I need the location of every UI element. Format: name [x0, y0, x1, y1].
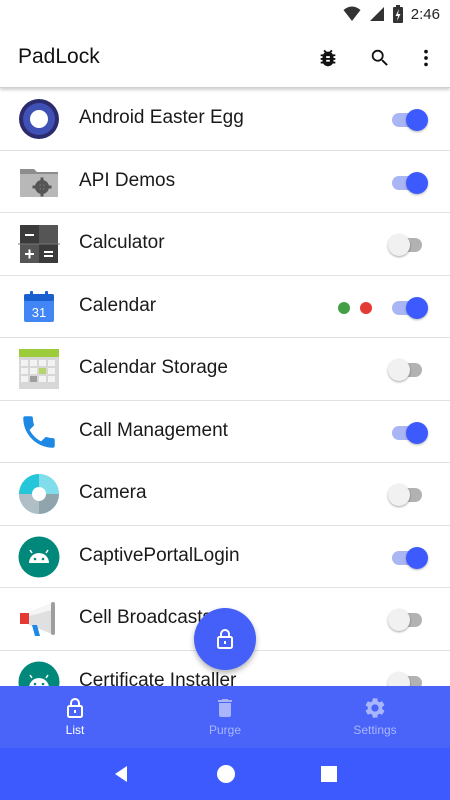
list-item[interactable]: Call Management: [0, 401, 450, 463]
app-title: PadLock: [18, 45, 100, 68]
megaphone-icon: [18, 598, 60, 640]
list-item[interactable]: Android Easter Egg: [0, 88, 450, 151]
status-icons: 2:46: [343, 4, 440, 24]
list-item[interactable]: 31 Calendar: [0, 276, 450, 338]
unlock-icon: [217, 629, 233, 649]
lock-toggle[interactable]: [388, 296, 432, 320]
cell-signal-icon: [369, 7, 384, 21]
android-robot-icon: [18, 536, 60, 578]
app-label: Certificate Installer: [79, 669, 237, 687]
lock-icon: [67, 698, 83, 718]
app-label: Call Management: [79, 419, 228, 441]
app-bar: PadLock: [0, 28, 450, 88]
camera-icon: [18, 473, 60, 515]
red-status-dot: [360, 301, 372, 314]
nav-item-purge[interactable]: Purge: [150, 686, 300, 748]
nav-label: Purge: [208, 723, 242, 737]
status-time: 2:46: [410, 5, 440, 23]
more-options-icon[interactable]: [410, 42, 442, 74]
app-label: Camera: [79, 482, 147, 503]
nav-label: List: [65, 723, 85, 737]
app-label: Android Easter Egg: [79, 107, 244, 128]
battery-charging-icon: [392, 5, 403, 23]
api-demos-folder-icon: [18, 161, 60, 203]
trash-icon: [218, 699, 232, 717]
lock-fab-button[interactable]: [194, 608, 256, 670]
lock-toggle[interactable]: [388, 421, 432, 445]
status-bar: 2:46: [0, 0, 450, 28]
gear-icon: [365, 698, 385, 718]
phone-icon: [18, 411, 60, 453]
calculator-icon: [18, 223, 60, 265]
app-label: CaptivePortalLogin: [79, 544, 240, 566]
lock-toggle[interactable]: [388, 233, 432, 257]
list-item[interactable]: CaptivePortalLogin: [0, 526, 450, 588]
lock-toggle[interactable]: [388, 483, 432, 507]
list-item[interactable]: Calculator: [0, 213, 450, 276]
calendar-storage-icon: [18, 348, 60, 390]
back-icon[interactable]: [112, 764, 132, 784]
lock-toggle[interactable]: [388, 608, 432, 632]
app-label: Calendar: [79, 294, 157, 316]
calendar-icon: 31: [18, 286, 60, 328]
app-label: Calendar Storage: [79, 357, 228, 378]
nav-item-settings[interactable]: Settings: [300, 686, 450, 748]
search-icon[interactable]: [364, 42, 396, 74]
list-item[interactable]: Calendar Storage: [0, 338, 450, 401]
system-navigation-bar: [0, 748, 450, 800]
android-robot-icon: [18, 661, 60, 686]
green-status-dot: [338, 301, 350, 314]
app-label: API Demos: [79, 169, 176, 191]
list-item[interactable]: Camera: [0, 463, 450, 526]
app-label: Cell Broadcasts: [79, 607, 213, 628]
app-label: Calculator: [79, 232, 165, 253]
list-item[interactable]: API Demos: [0, 151, 450, 213]
lock-toggle[interactable]: [388, 171, 432, 195]
lock-toggle[interactable]: [388, 108, 432, 132]
calendar-date-text: 31: [32, 305, 46, 320]
app-list: Android Easter Egg API Demos Calculator …: [0, 88, 450, 686]
home-icon[interactable]: [216, 764, 236, 784]
lock-toggle[interactable]: [388, 546, 432, 570]
android-easter-egg-icon: [18, 98, 60, 140]
lock-toggle[interactable]: [388, 358, 432, 382]
nav-item-list[interactable]: List: [0, 686, 150, 748]
lock-toggle[interactable]: [388, 671, 432, 686]
bottom-navigation: List Purge Settings: [0, 686, 450, 748]
bug-icon[interactable]: [312, 42, 344, 74]
nav-label: Settings: [353, 723, 397, 737]
recents-icon[interactable]: [320, 765, 338, 783]
wifi-icon: [343, 6, 361, 21]
